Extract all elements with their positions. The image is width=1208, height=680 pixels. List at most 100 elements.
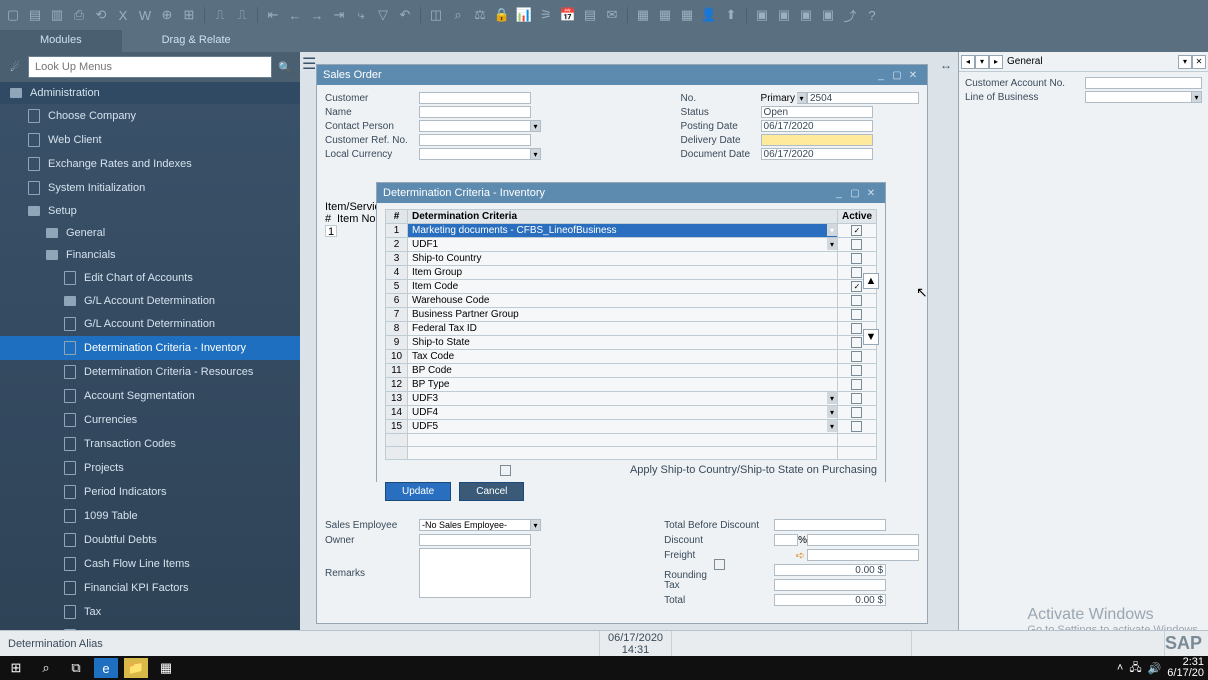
panel-selector[interactable]: General [1003, 56, 1178, 67]
tb-icon[interactable]: ⎍ [211, 6, 229, 24]
criteria-cell[interactable]: BP Type [408, 378, 838, 392]
menu-search-input[interactable] [28, 56, 272, 78]
menu-item[interactable]: Doubtful Debts [0, 528, 300, 552]
dropdown-icon[interactable]: ▾ [531, 120, 541, 132]
field-value[interactable]: 06/17/2020 [761, 148, 873, 160]
criteria-row[interactable]: 5Item Code✓ [386, 280, 877, 294]
tb-icon[interactable]: ▤ [26, 6, 44, 24]
active-cell[interactable] [837, 238, 876, 252]
criteria-row[interactable]: 4Item Group [386, 266, 877, 280]
field-input[interactable] [419, 134, 531, 146]
menu-item[interactable]: Determination Criteria - Inventory [0, 336, 300, 360]
rounding-checkbox[interactable] [714, 559, 725, 570]
active-checkbox[interactable] [851, 379, 862, 390]
tb-icon[interactable]: ▢ [4, 6, 22, 24]
taskview-icon[interactable]: ⧉ [64, 658, 88, 678]
field-input[interactable] [419, 92, 531, 104]
tb-icon[interactable]: ⚖ [471, 6, 489, 24]
active-cell[interactable] [837, 350, 876, 364]
panel-next-icon[interactable]: ▸ [989, 55, 1003, 69]
field-value[interactable]: Open [761, 106, 873, 118]
criteria-cell[interactable]: Tax Code [408, 350, 838, 364]
criteria-row[interactable]: 13UDF3▾ [386, 392, 877, 406]
menu-item[interactable]: Web Client [0, 128, 300, 152]
active-checkbox[interactable] [851, 351, 862, 362]
tb-icon[interactable]: ⌕ [449, 6, 467, 24]
tray-up-icon[interactable]: ˄ [1117, 662, 1123, 674]
criteria-cell[interactable]: UDF1▾ [408, 238, 838, 252]
tb-icon[interactable]: ▦ [634, 6, 652, 24]
cancel-button[interactable]: Cancel [459, 482, 524, 501]
menu-item[interactable]: Choose Company [0, 104, 300, 128]
active-checkbox[interactable] [851, 239, 862, 250]
tb-icon[interactable]: ⬆ [722, 6, 740, 24]
tb-icon[interactable]: ⚞ [537, 6, 555, 24]
menu-item[interactable]: Financials [0, 244, 300, 266]
criteria-cell[interactable]: Ship-to Country [408, 252, 838, 266]
criteria-row[interactable]: 6Warehouse Code [386, 294, 877, 308]
criteria-row[interactable]: 2UDF1▾ [386, 238, 877, 252]
maximize-icon[interactable]: ▢ [847, 186, 863, 200]
remarks-input[interactable] [419, 548, 531, 598]
tb-icon[interactable]: ⊞ [180, 6, 198, 24]
active-checkbox[interactable] [851, 267, 862, 278]
criteria-row[interactable]: 1Marketing documents - CFBS_LineofBusine… [386, 224, 877, 238]
field-input[interactable] [419, 120, 531, 132]
search-icon[interactable]: ⌕ [34, 658, 58, 678]
criteria-cell[interactable]: Item Group [408, 266, 838, 280]
tb-icon[interactable]: ⟲ [92, 6, 110, 24]
active-checkbox[interactable]: ✓ [851, 281, 862, 292]
tb-icon[interactable]: 📊 [515, 6, 533, 24]
tab-modules[interactable]: Modules [0, 30, 122, 52]
tb-icon[interactable]: 🔒 [493, 6, 511, 24]
active-cell[interactable] [837, 364, 876, 378]
panel-prev-icon[interactable]: ▾ [975, 55, 989, 69]
tb-icon[interactable]: ✉ [603, 6, 621, 24]
tb-icon[interactable]: ▣ [819, 6, 837, 24]
menu-item[interactable]: Edit Chart of Accounts [0, 266, 300, 290]
menu-item[interactable]: Account Segmentation [0, 384, 300, 408]
panel-first-icon[interactable]: ◂ [961, 55, 975, 69]
menu-item[interactable]: G/L Account Determination [0, 312, 300, 336]
dropdown-icon[interactable]: ▾ [827, 224, 837, 236]
field-value[interactable]: 06/17/2020 [761, 120, 873, 132]
last-icon[interactable]: ⇥ [330, 6, 348, 24]
active-cell[interactable] [837, 420, 876, 434]
active-cell[interactable] [837, 378, 876, 392]
menu-item[interactable]: G/L Account Determination [0, 290, 300, 312]
tb-icon[interactable]: ▣ [753, 6, 771, 24]
tray-net-icon[interactable]: 🖧 [1129, 659, 1141, 678]
explorer-icon[interactable]: 📁 [124, 658, 148, 678]
tab-drag-relate[interactable]: Drag & Relate [122, 30, 271, 52]
active-cell[interactable] [837, 392, 876, 406]
menu-item[interactable]: Cash Flow Line Items [0, 552, 300, 576]
criteria-row[interactable]: 11BP Code [386, 364, 877, 378]
tb-icon[interactable]: ▥ [48, 6, 66, 24]
menu-item[interactable]: 1099 Table [0, 504, 300, 528]
active-checkbox[interactable] [851, 421, 862, 432]
filter-icon[interactable]: ▽ [374, 6, 392, 24]
menu-item[interactable]: Setup [0, 200, 300, 222]
active-checkbox[interactable] [851, 337, 862, 348]
active-checkbox[interactable] [851, 323, 862, 334]
close-icon[interactable]: ✕ [863, 186, 879, 200]
minimize-icon[interactable]: _ [831, 186, 847, 200]
criteria-row[interactable]: 14UDF4▾ [386, 406, 877, 420]
active-cell[interactable]: ✓ [837, 224, 876, 238]
tb-icon[interactable]: 📅 [559, 6, 577, 24]
field-input[interactable] [419, 106, 531, 118]
tb-icon[interactable]: ↶ [396, 6, 414, 24]
active-checkbox[interactable]: ✓ [851, 225, 862, 236]
criteria-cell[interactable]: Business Partner Group [408, 308, 838, 322]
tb-icon[interactable]: ⤴ [841, 6, 859, 24]
menu-item[interactable]: Exchange Rates and Indexes [0, 152, 300, 176]
criteria-row[interactable]: 9Ship-to State [386, 336, 877, 350]
menu-item[interactable]: Financial KPI Factors [0, 576, 300, 600]
tb-icon[interactable]: 👤 [700, 6, 718, 24]
link-arrow-icon[interactable]: ➪ [796, 549, 805, 562]
criteria-cell[interactable]: Ship-to State [408, 336, 838, 350]
menu-item[interactable]: Projects [0, 456, 300, 480]
criteria-row[interactable]: 8Federal Tax ID [386, 322, 877, 336]
menu-item[interactable]: Administration [0, 82, 300, 104]
prev-icon[interactable]: ← [286, 6, 304, 24]
